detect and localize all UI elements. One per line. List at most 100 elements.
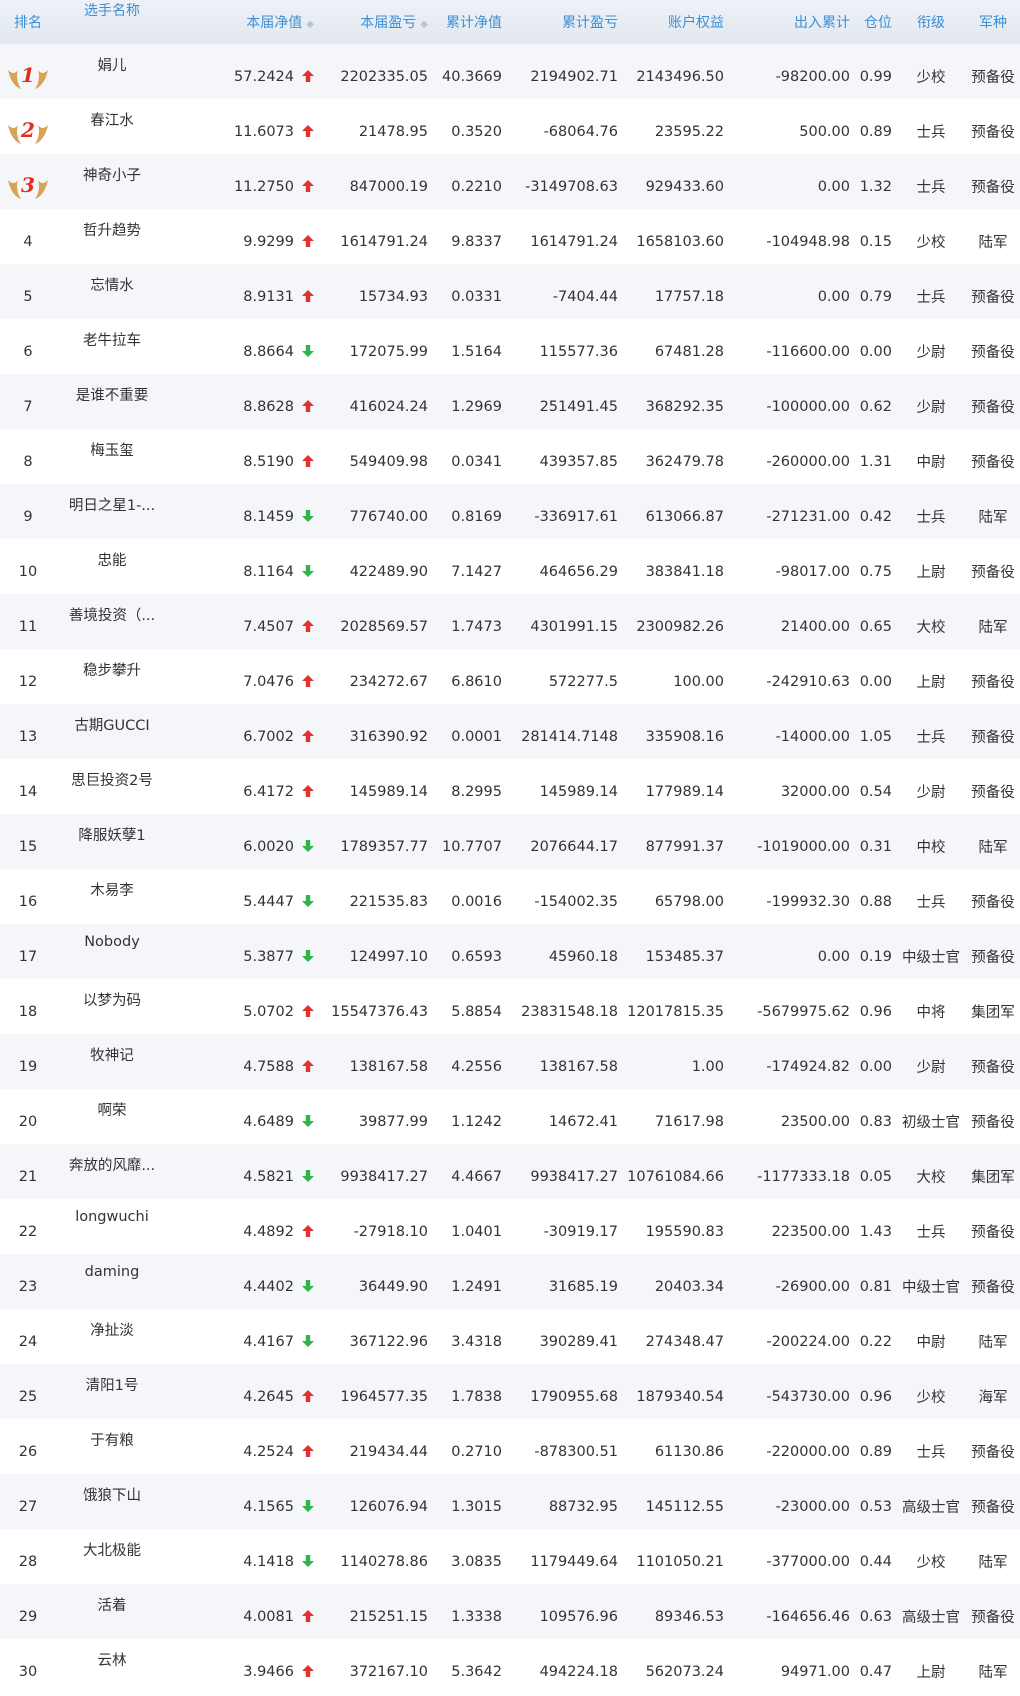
cum-pnl-cell: -154002.35 bbox=[534, 893, 618, 910]
rank-cell: 8 bbox=[23, 453, 33, 470]
player-name[interactable]: 饿狼下山 bbox=[56, 1474, 168, 1529]
player-name[interactable]: 牧神记 bbox=[56, 1034, 168, 1089]
flow-cell: -220000.00 bbox=[766, 1443, 850, 1460]
title-cell: 士兵 bbox=[916, 895, 946, 911]
nav-cell: 4.1565 bbox=[168, 1474, 318, 1529]
flow-cell: 32000.00 bbox=[780, 783, 850, 800]
player-name[interactable]: 梅玉玺 bbox=[56, 429, 168, 484]
title-cell: 高级士官 bbox=[902, 1610, 960, 1626]
flow-cell: -1019000.00 bbox=[757, 838, 850, 855]
player-name[interactable]: 哲升趋势 bbox=[56, 209, 168, 264]
cum-pnl-cell: 281414.7148 bbox=[521, 728, 618, 745]
sort-icon[interactable]: ◆ bbox=[306, 19, 314, 30]
branch-cell: 预备役 bbox=[971, 565, 1015, 581]
cum-pnl-cell: -7404.44 bbox=[552, 288, 618, 305]
pnl-cell: 847000.19 bbox=[349, 178, 428, 195]
player-name[interactable]: 于有粮 bbox=[56, 1419, 168, 1474]
player-name[interactable]: 思巨投资2号 bbox=[56, 759, 168, 814]
header-equity: 账户权益 bbox=[622, 0, 728, 44]
player-name[interactable]: 啊荣 bbox=[56, 1089, 168, 1144]
position-cell: 0.63 bbox=[859, 1608, 892, 1625]
player-name[interactable]: 降服妖孽1 bbox=[56, 814, 168, 869]
cum-pnl-cell: 1614791.24 bbox=[530, 233, 618, 250]
title-cell: 少尉 bbox=[916, 1060, 946, 1076]
player-name[interactable]: 娟儿 bbox=[56, 44, 168, 99]
position-cell: 1.05 bbox=[859, 728, 892, 745]
position-cell: 0.75 bbox=[859, 563, 892, 580]
player-name[interactable]: 神奇小子 bbox=[56, 154, 168, 209]
arrow-up-icon bbox=[302, 674, 314, 687]
pnl-cell: 15734.93 bbox=[358, 288, 428, 305]
cum-nav-cell: 0.2710 bbox=[451, 1443, 502, 1460]
cum-nav-cell: 0.8169 bbox=[451, 508, 502, 525]
cum-nav-cell: 6.8610 bbox=[451, 673, 502, 690]
cum-nav-cell: 1.0401 bbox=[451, 1223, 502, 1240]
header-flow: 出入累计 bbox=[728, 0, 854, 44]
header-pnl[interactable]: 本届盈亏 ◆ bbox=[318, 0, 432, 44]
player-name[interactable]: daming bbox=[56, 1254, 168, 1309]
player-name[interactable]: 是谁不重要 bbox=[56, 374, 168, 429]
rank-cell: 24 bbox=[18, 1333, 38, 1350]
player-name[interactable]: 古期GUCCI bbox=[56, 704, 168, 759]
sort-icon[interactable]: ◆ bbox=[420, 19, 428, 30]
flow-cell: -377000.00 bbox=[766, 1553, 850, 1570]
player-name[interactable]: 明日之星1-... bbox=[56, 484, 168, 539]
pnl-cell: 1964577.35 bbox=[340, 1388, 428, 1405]
branch-cell: 预备役 bbox=[971, 180, 1015, 196]
title-cell: 士兵 bbox=[916, 1445, 946, 1461]
nav-cell: 4.4402 bbox=[168, 1254, 318, 1309]
player-name[interactable]: 春江水 bbox=[56, 99, 168, 154]
cum-nav-cell: 3.0835 bbox=[451, 1553, 502, 1570]
player-name[interactable]: Nobody bbox=[56, 924, 168, 979]
player-name[interactable]: longwuchi bbox=[56, 1199, 168, 1254]
player-name[interactable]: 净扯淡 bbox=[56, 1309, 168, 1364]
cum-nav-cell: 1.3338 bbox=[451, 1608, 502, 1625]
rank-cell: 23 bbox=[18, 1278, 38, 1295]
player-name[interactable]: 云林 bbox=[56, 1639, 168, 1694]
player-name[interactable]: 老牛拉车 bbox=[56, 319, 168, 374]
cum-nav-cell: 0.0016 bbox=[451, 893, 502, 910]
nav-cell: 8.8664 bbox=[168, 319, 318, 374]
cum-pnl-cell: 494224.18 bbox=[539, 1663, 618, 1680]
cum-pnl-cell: 14672.41 bbox=[548, 1113, 618, 1130]
title-cell: 高级士官 bbox=[902, 1500, 960, 1516]
cum-pnl-cell: 390289.41 bbox=[539, 1333, 618, 1350]
rank-cell: 27 bbox=[18, 1498, 38, 1515]
player-name[interactable]: 奔放的风靡... bbox=[56, 1144, 168, 1199]
equity-cell: 10761084.66 bbox=[627, 1168, 724, 1185]
nav-cell: 4.2645 bbox=[168, 1364, 318, 1419]
arrow-up-icon bbox=[302, 1224, 314, 1237]
cum-pnl-cell: 138167.58 bbox=[539, 1058, 618, 1075]
branch-cell: 预备役 bbox=[971, 1225, 1015, 1241]
rank-cell: 20 bbox=[18, 1113, 38, 1130]
player-name[interactable]: 清阳1号 bbox=[56, 1364, 168, 1419]
equity-cell: 17757.18 bbox=[654, 288, 724, 305]
table-row: 24 净扯淡 4.4167 367122.96 3.4318 390289.41 27434… bbox=[0, 1309, 1020, 1364]
nav-cell: 4.6489 bbox=[168, 1089, 318, 1144]
player-name[interactable]: 善境投资（... bbox=[56, 594, 168, 649]
rank-cell: 5 bbox=[23, 288, 33, 305]
player-name[interactable]: 活着 bbox=[56, 1584, 168, 1639]
player-name[interactable]: 忠能 bbox=[56, 539, 168, 594]
player-name[interactable]: 大北极能 bbox=[56, 1529, 168, 1584]
header-name: 选手名称 bbox=[56, 0, 168, 44]
branch-cell: 预备役 bbox=[971, 1115, 1015, 1131]
position-cell: 0.19 bbox=[859, 948, 892, 965]
cum-nav-cell: 4.2556 bbox=[451, 1058, 502, 1075]
rank-cell: 22 bbox=[18, 1223, 38, 1240]
player-name[interactable]: 稳步攀升 bbox=[56, 649, 168, 704]
arrow-up-icon bbox=[302, 124, 314, 137]
branch-cell: 陆军 bbox=[978, 840, 1008, 856]
header-nav[interactable]: 本届净值 ◆ bbox=[168, 0, 318, 44]
arrow-up-icon bbox=[302, 1609, 314, 1622]
player-name[interactable]: 木易李 bbox=[56, 869, 168, 924]
table-row: 2 春江水 11.6073 21478.95 0.3520 -68064.76 23595.… bbox=[0, 99, 1020, 154]
player-name[interactable]: 忘情水 bbox=[56, 264, 168, 319]
nav-cell: 8.1164 bbox=[168, 539, 318, 594]
cum-nav-cell: 9.8337 bbox=[451, 233, 502, 250]
title-cell: 士兵 bbox=[916, 290, 946, 306]
player-name[interactable]: 以梦为码 bbox=[56, 979, 168, 1034]
header-branch: 军种 bbox=[966, 0, 1020, 44]
nav-cell: 7.4507 bbox=[168, 594, 318, 649]
flow-cell: -5679975.62 bbox=[757, 1003, 850, 1020]
